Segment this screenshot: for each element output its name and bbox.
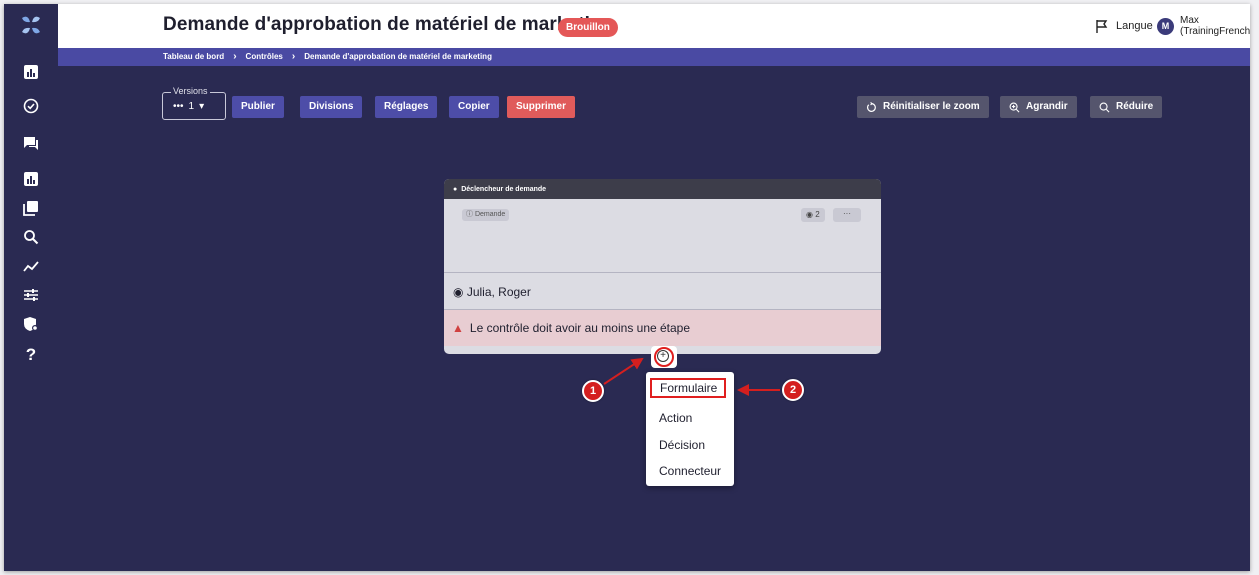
user-name-line2: (TrainingFrench) — [1180, 26, 1250, 37]
check-circle-icon[interactable] — [20, 95, 42, 117]
versions-select[interactable]: Versions ••• 1 ▾ — [162, 86, 226, 120]
reset-icon — [867, 101, 876, 112]
reports-icon[interactable] — [20, 168, 42, 190]
request-chip: ⓘ Demande — [462, 209, 510, 221]
menu-item-decision[interactable]: Décision — [646, 434, 734, 456]
app-logo-icon[interactable] — [18, 12, 44, 38]
add-step-button[interactable]: + — [651, 346, 677, 368]
versions-value: ••• 1 ▾ — [173, 101, 204, 112]
add-step-menu: Formulaire Action Décision Connecteur — [646, 372, 734, 486]
reset-zoom-label: Réinitialiser le zoom — [883, 101, 980, 112]
callout-2: 2 — [782, 379, 804, 401]
version-dots-icon: ••• — [173, 101, 184, 112]
breadcrumb-current: Demande d'approbation de matériel de mar… — [304, 52, 492, 61]
menu-item-connector[interactable]: Connecteur — [646, 460, 734, 482]
chat-icon[interactable] — [20, 132, 42, 154]
copy-button[interactable]: Copier — [449, 96, 499, 118]
info-icon: ⓘ — [466, 211, 475, 218]
delete-button[interactable]: Supprimer — [507, 96, 576, 118]
more-options-button[interactable]: ··· — [833, 208, 861, 222]
breadcrumb-dashboard[interactable]: Tableau de bord — [163, 52, 224, 61]
warning-text: Le contrôle doit avoir au moins une étap… — [469, 321, 691, 335]
trend-icon[interactable] — [20, 255, 42, 277]
status-badge: Brouillon — [558, 18, 618, 37]
request-chip-label: Demande — [474, 211, 506, 218]
zoom-in-button[interactable]: Agrandir — [1000, 96, 1077, 118]
trigger-dot-icon: ● — [453, 185, 458, 193]
card-body: ⓘ Demande ◉ 2 ··· — [444, 199, 881, 273]
plus-circle-icon: + — [657, 350, 669, 362]
publish-button[interactable]: Publier — [232, 96, 284, 118]
menu-item-action[interactable]: Action — [646, 407, 734, 429]
participants-count[interactable]: ◉ 2 — [801, 208, 825, 222]
zoom-in-label: Agrandir — [1026, 101, 1068, 112]
participants-count-value: 2 — [815, 210, 820, 219]
people-icon: ◉ — [806, 210, 816, 219]
breadcrumb: Tableau de bord › Contrôles › Demande d'… — [163, 51, 492, 62]
sidebar: ? — [4, 4, 58, 571]
avatar: M — [1157, 17, 1174, 35]
settings-button[interactable]: Réglages — [375, 96, 438, 118]
dashboard-icon[interactable] — [20, 61, 42, 83]
language-label: Langue — [1116, 20, 1153, 32]
warning-row: ▲ Le contrôle doit avoir au moins une éta… — [444, 310, 881, 346]
library-icon[interactable] — [20, 197, 42, 219]
chevron-right-icon: › — [233, 51, 237, 62]
callout-1: 1 — [582, 380, 604, 402]
help-icon[interactable]: ? — [20, 344, 42, 366]
breadcrumb-bar: Tableau de bord › Contrôles › Demande d'… — [58, 48, 1250, 66]
user-name: Max (TrainingFrench) — [1180, 15, 1250, 37]
chevron-right-icon: › — [291, 51, 296, 62]
breadcrumb-controls[interactable]: Contrôles — [246, 52, 283, 61]
warning-icon: ▲ — [452, 321, 464, 335]
user-name-line1: Max — [1180, 15, 1199, 26]
page-title: Demande d'approbation de matériel de mar… — [163, 14, 614, 35]
divisions-button[interactable]: Divisions — [300, 96, 363, 118]
assignees-label: Julia, Roger — [466, 285, 531, 299]
trigger-card[interactable]: ● Déclencheur de demande ⓘ Demande ◉ 2 ·… — [444, 179, 881, 354]
filters-icon[interactable] — [20, 284, 42, 306]
assignees-row: ◉ Julia, Roger — [444, 274, 881, 310]
page-header: Demande d'approbation de matériel de mar… — [58, 4, 1250, 48]
language-selector[interactable]: Langue — [1094, 18, 1153, 34]
flag-icon — [1096, 20, 1108, 33]
search-icon[interactable] — [20, 226, 42, 248]
menu-item-form[interactable]: Formulaire — [650, 378, 726, 398]
user-group-icon: ◉ — [453, 285, 467, 299]
zoom-out-button[interactable]: Réduire — [1090, 96, 1163, 118]
zoom-out-label: Réduire — [1116, 101, 1154, 112]
card-header-label: Déclencheur de demande — [461, 185, 547, 193]
zoom-in-icon — [1009, 102, 1020, 112]
card-header: ● Déclencheur de demande — [444, 179, 881, 199]
chevron-down-icon: ▾ — [199, 101, 205, 112]
user-menu[interactable]: M Max (TrainingFrench) — [1157, 15, 1250, 37]
security-icon[interactable] — [20, 313, 42, 335]
versions-number: 1 — [188, 101, 195, 112]
zoom-out-icon — [1099, 102, 1110, 112]
app-window: ? Demande d'approbation de matériel de m… — [4, 4, 1250, 571]
versions-label: Versions — [171, 86, 210, 96]
reset-zoom-button[interactable]: Réinitialiser le zoom — [857, 96, 989, 118]
